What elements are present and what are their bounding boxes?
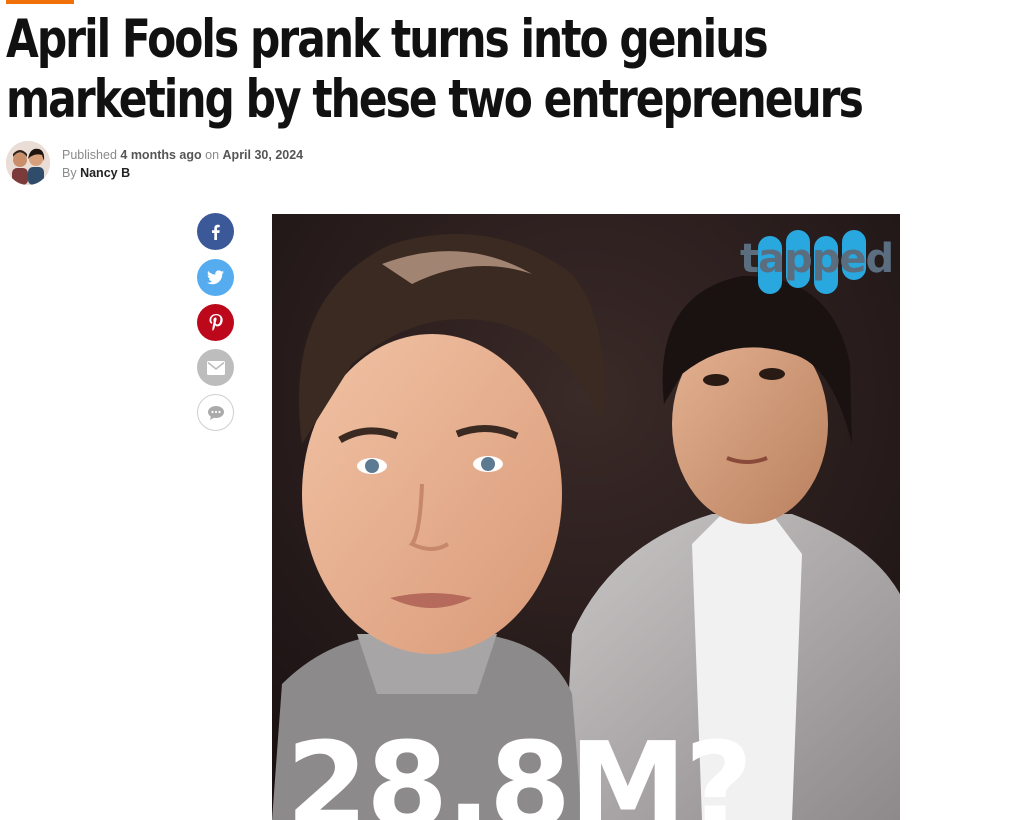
share-facebook-button[interactable]	[197, 213, 234, 250]
publish-line: Published 4 months ago on April 30, 2024	[62, 146, 303, 164]
article-meta: Published 4 months ago on April 30, 2024…	[62, 146, 303, 182]
published-prefix: Published	[62, 148, 117, 162]
share-email-button[interactable]	[197, 349, 234, 386]
facebook-icon	[211, 224, 220, 240]
pinterest-icon	[209, 314, 223, 331]
byline: By Nancy B	[62, 164, 303, 182]
by-prefix: By	[62, 166, 77, 180]
tapped-logo-text: tapped	[740, 236, 894, 282]
published-on: on	[205, 148, 220, 162]
article-headline: April Fools prank turns into genius mark…	[6, 9, 864, 130]
comment-icon	[207, 405, 224, 420]
headline-line-1: April Fools prank turns into genius	[6, 9, 769, 70]
published-date: April 30, 2024	[222, 148, 304, 162]
hero-image: tapped 28.8M?	[272, 214, 900, 820]
headline-line-2: marketing by these two entrepreneurs	[6, 69, 864, 130]
category-accent-bar	[6, 0, 74, 4]
twitter-icon	[207, 270, 224, 285]
published-relative: 4 months ago	[120, 148, 202, 162]
email-icon	[206, 360, 225, 375]
comments-button[interactable]	[197, 394, 234, 431]
hero-caption: 28.8M?	[286, 716, 753, 820]
author-link[interactable]: Nancy B	[80, 166, 130, 180]
share-twitter-button[interactable]	[197, 259, 234, 296]
share-pinterest-button[interactable]	[197, 304, 234, 341]
author-avatar[interactable]	[6, 141, 50, 185]
